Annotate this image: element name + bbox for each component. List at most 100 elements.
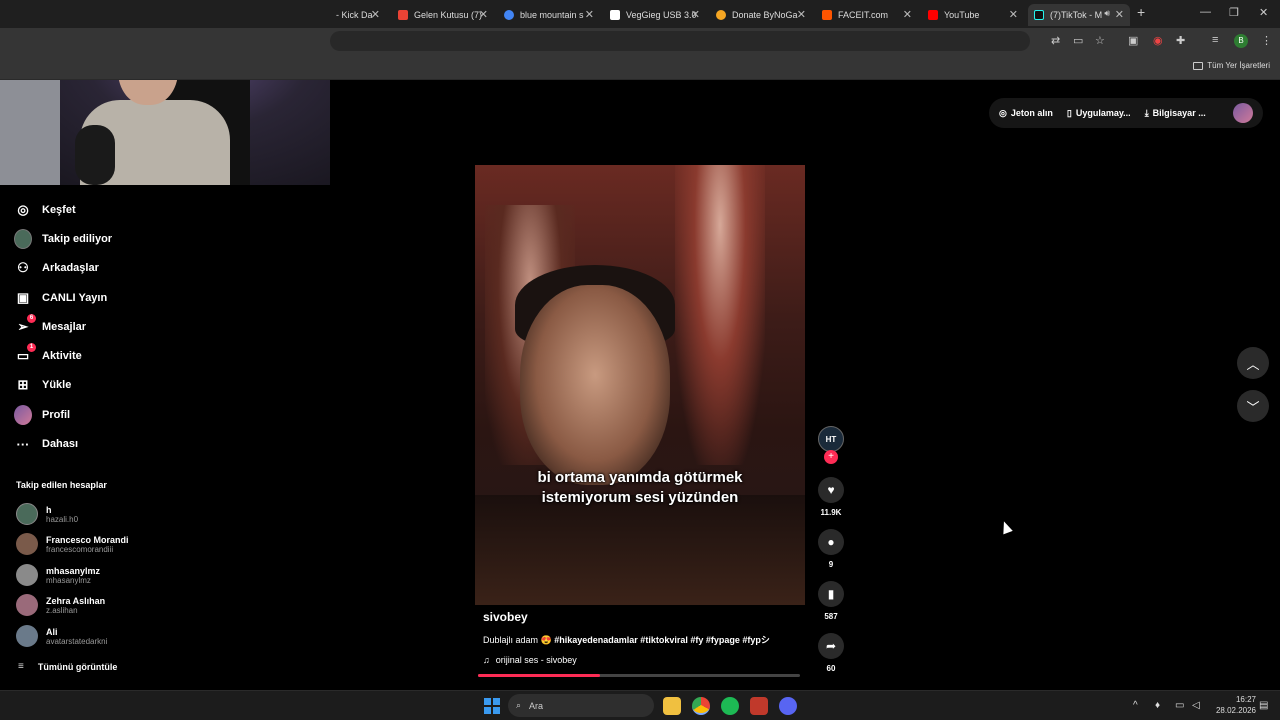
close-window-icon[interactable]: ✕: [1259, 6, 1268, 19]
see-all-button[interactable]: ≡ Tümünü görüntüle: [18, 661, 117, 672]
browser-toolbar: ⇄ ▭ ☆ ▣ ◉ ✚ ≡ ⋮: [0, 28, 1280, 54]
network-icon[interactable]: ▭: [1175, 700, 1184, 711]
next-video-button[interactable]: ﹀: [1237, 390, 1269, 422]
streaming-app-icon[interactable]: [750, 697, 768, 715]
puzzle-icon[interactable]: ✚: [1176, 34, 1185, 47]
mouse-cursor: [999, 519, 1013, 535]
video-player[interactable]: bi ortama yanımda götürmek istemiyorum s…: [475, 165, 805, 605]
extension-red-icon[interactable]: ◉: [1153, 34, 1163, 47]
share-button[interactable]: ➦ 60: [816, 633, 846, 673]
webcam-microphone: [75, 125, 115, 185]
sidebar-item-more[interactable]: ··· Dahası: [14, 434, 79, 454]
windows-start-icon[interactable]: [484, 698, 500, 714]
get-coins-button[interactable]: ◎ Jeton alın: [999, 108, 1053, 119]
video-main-person-face: [520, 285, 670, 485]
save-button[interactable]: ▮ 587: [816, 581, 846, 621]
taskbar-clock[interactable]: 16:27 28.02.2026: [1206, 694, 1256, 716]
video-progress-bar[interactable]: [478, 674, 800, 677]
tab-close-icon[interactable]: ✕: [479, 8, 488, 21]
user-avatar[interactable]: [1233, 103, 1253, 123]
browser-tab[interactable]: blue mountain s ✕: [498, 4, 600, 26]
tab-close-icon[interactable]: ✕: [903, 8, 912, 21]
account-name: Ali: [46, 626, 58, 637]
video-music[interactable]: ♫ orijinal ses - sivobey: [483, 655, 803, 665]
sidebar-item-explore[interactable]: ◎ Keşfet: [14, 200, 75, 220]
following-account[interactable]: Ali avatarstatedarkni: [16, 625, 107, 647]
get-app-label: Uygulamay...: [1075, 108, 1131, 118]
music-title: orijinal ses - sivobey: [495, 655, 577, 665]
taskbar-search[interactable]: ⌕ Ara: [508, 694, 654, 717]
account-name: mhasanylmz: [46, 565, 101, 576]
sidebar-item-profile[interactable]: Profil: [14, 405, 70, 425]
file-explorer-icon[interactable]: [663, 697, 681, 715]
tab-title: Donate ByNoGa: [732, 10, 798, 20]
volume-icon[interactable]: ◁: [1192, 700, 1200, 711]
cast-icon[interactable]: ▭: [1073, 34, 1083, 47]
browser-tab[interactable]: Gelen Kutusu (7) ✕: [392, 4, 494, 26]
desktop-app-button[interactable]: ⤓ Bilgisayar ...: [1145, 108, 1206, 119]
following-account[interactable]: h hazali.h0: [16, 503, 78, 525]
all-bookmarks-button[interactable]: Tüm Yer İşaretleri: [1193, 61, 1270, 70]
video-author[interactable]: sivobey: [483, 610, 803, 624]
microphone-icon[interactable]: ♦: [1155, 700, 1160, 711]
video-progress-fill: [478, 674, 601, 677]
browser-tab[interactable]: Donate ByNoGa ✕: [710, 4, 812, 26]
folder-icon: [1193, 61, 1204, 70]
comment-button[interactable]: ● 9: [816, 529, 846, 569]
tray-chevron-up-icon[interactable]: ^: [1133, 700, 1138, 711]
like-count: 11.9K: [820, 508, 842, 517]
browser-tab[interactable]: - Kick Da ✕: [330, 4, 386, 26]
sidebar-item-label: Aktivite: [42, 350, 82, 362]
account-username: hazali.h0: [46, 514, 79, 524]
minimize-icon[interactable]: —: [1200, 6, 1211, 18]
browser-tab[interactable]: VegGieg USB 3.0 ✕: [604, 4, 706, 26]
author-avatar-button[interactable]: HT +: [816, 426, 846, 464]
spotify-icon[interactable]: [721, 697, 739, 715]
get-app-button[interactable]: ▯ Uygulamay...: [1067, 108, 1131, 119]
browser-tab[interactable]: FACEIT.com ✕: [816, 4, 918, 26]
description-hashtags[interactable]: #hikayedenadamlar #tiktokviral #fy #fypa…: [554, 635, 770, 645]
follow-plus-icon[interactable]: +: [824, 450, 838, 464]
previous-video-button[interactable]: ︿: [1237, 347, 1269, 379]
sidebar-item-upload[interactable]: ⊞ Yükle: [14, 375, 72, 395]
caption-line: bi ortama yanımda götürmek: [537, 469, 743, 486]
tab-close-icon[interactable]: ✕: [1009, 8, 1018, 21]
address-bar[interactable]: [330, 31, 1030, 51]
tab-close-icon[interactable]: ✕: [585, 8, 594, 21]
sidebar-item-activity[interactable]: ▭ 1 Aktivite: [14, 343, 82, 366]
tab-close-icon[interactable]: ✕: [371, 8, 380, 21]
following-account[interactable]: Francesco Morandi francescomorandiii: [16, 533, 129, 555]
maximize-icon[interactable]: ❐: [1229, 6, 1239, 19]
chrome-icon[interactable]: [692, 697, 710, 715]
menu-kebab-icon[interactable]: ⋮: [1261, 34, 1272, 47]
tab-close-icon[interactable]: ✕: [1115, 8, 1124, 21]
like-button[interactable]: ♥ 11.9K: [816, 477, 846, 517]
search-icon: ⌕: [516, 700, 522, 710]
browser-tab[interactable]: YouTube ✕: [922, 4, 1024, 26]
sidebar-item-friends[interactable]: ⚇ Arkadaşlar: [14, 258, 99, 278]
translate-icon[interactable]: ⇄: [1051, 34, 1060, 47]
new-tab-button[interactable]: +: [1137, 4, 1145, 20]
following-account[interactable]: mhasanylmz mhasanylmz: [16, 564, 100, 586]
all-bookmarks-label: Tüm Yer İşaretleri: [1207, 61, 1270, 70]
avatar: [16, 503, 38, 525]
notification-icon[interactable]: ▤: [1259, 700, 1268, 711]
bookmark-star-icon[interactable]: ☆: [1095, 34, 1105, 47]
get-coins-label: Jeton alın: [1010, 108, 1053, 118]
sidebar-item-live[interactable]: ▣ CANLI Yayın: [14, 288, 107, 308]
discord-icon[interactable]: [779, 697, 797, 715]
clock-date: 28.02.2026: [1215, 706, 1256, 715]
following-avatar-icon: [14, 229, 32, 249]
profile-avatar[interactable]: B: [1234, 34, 1248, 48]
comment-count: 9: [828, 560, 834, 569]
browser-tab-active[interactable]: (7)TikTok - M 🔊︎ ✕: [1028, 4, 1130, 26]
tab-search-icon[interactable]: ≡: [1212, 34, 1218, 46]
speaker-icon[interactable]: 🔊︎: [1104, 8, 1110, 19]
tab-close-icon[interactable]: ✕: [797, 8, 806, 21]
sidebar-item-messages[interactable]: ➢ 6 Mesajlar: [14, 314, 86, 337]
following-account[interactable]: Zehra Aslıhan z.aslihan: [16, 594, 105, 616]
sidebar-item-following[interactable]: Takip ediliyor: [14, 229, 112, 249]
tab-close-icon[interactable]: ✕: [691, 8, 700, 21]
extension-icon[interactable]: ▣: [1128, 34, 1138, 47]
description-text: Dublajlı adam 😍: [483, 635, 552, 645]
